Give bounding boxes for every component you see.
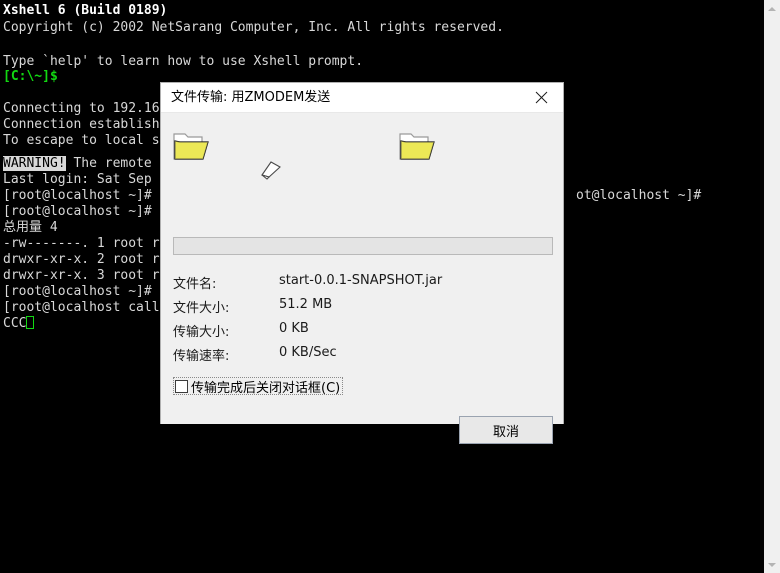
terminal-line: Copyright (c) 2002 NetSarang Computer, I…: [3, 20, 504, 35]
terminal-line: 总用量 4: [3, 220, 58, 235]
field-row-speed: 传输速率: 0 KB/Sec: [173, 345, 553, 369]
terminal-right-fragment: ot@localhost ~]#: [576, 188, 702, 203]
terminal-line: Last login: Sat Sep 3: [3, 172, 175, 187]
terminal-text: drwxr-xr-x. 3 root roo: [3, 268, 176, 283]
transfer-animation-area: [161, 113, 563, 181]
folder-icon: [399, 133, 435, 160]
close-on-complete-checkbox-row[interactable]: 传输完成后关闭对话框(C): [173, 377, 344, 396]
terminal-text: To escape to local she: [3, 133, 176, 148]
terminal-text: [root@localhost ~]# ll: [3, 204, 176, 219]
scrollbar-up-arrow[interactable]: [764, 0, 780, 17]
terminal-text: Copyright (c) 2002 NetSarang Computer, I…: [3, 20, 504, 35]
dialog-body: 文件名: start-0.0.1-SNAPSHOT.jar 文件大小: 51.2…: [161, 113, 563, 444]
dialog-titlebar[interactable]: 文件传输: 用ZMODEM发送: [161, 83, 563, 113]
field-label: 文件大小:: [173, 301, 230, 316]
field-row-filesize: 文件大小: 51.2 MB: [173, 297, 553, 321]
terminal-line: [root@localhost ~]# rz: [3, 188, 175, 203]
terminal-line: [root@localhost call]#: [3, 300, 175, 315]
terminal-text: Xshell 6 (Build 0189): [3, 3, 168, 18]
field-label: 传输速率:: [173, 349, 230, 364]
terminal-text: [C:\~]$: [3, 69, 58, 84]
chevron-up-icon: [768, 6, 776, 11]
screen-root: Xshell 6 (Build 0189) Copyright (c) 2002 …: [0, 0, 780, 573]
field-value: start-0.0.1-SNAPSHOT.jar: [279, 273, 443, 288]
terminal-text: The remote SS: [65, 156, 176, 171]
scrollbar-down-arrow[interactable]: [764, 556, 780, 573]
terminal-line: [root@localhost ~]# ll: [3, 204, 175, 219]
terminal-line: Connecting to 192.168.: [3, 101, 175, 116]
terminal-text: CCC: [3, 316, 27, 331]
terminal-line: [root@localhost ~]# cd: [3, 284, 175, 299]
close-button[interactable]: [519, 83, 563, 112]
cancel-button[interactable]: 取消: [459, 416, 553, 444]
terminal-highlight: WARNING!: [3, 156, 66, 171]
terminal-cursor: [26, 316, 35, 329]
terminal-line: -rw-------. 1 root roo: [3, 236, 175, 251]
field-row-transferred: 传输大小: 0 KB: [173, 321, 553, 345]
terminal-text: Type `help' to learn how to use Xshell p…: [3, 54, 364, 69]
terminal-line: Xshell 6 (Build 0189): [3, 3, 167, 18]
transfer-progress-bar: [173, 237, 553, 255]
field-row-filename: 文件名: start-0.0.1-SNAPSHOT.jar: [173, 273, 553, 297]
terminal-scrollbar[interactable]: [764, 0, 780, 573]
close-icon: [535, 91, 547, 104]
terminal-line: Type `help' to learn how to use Xshell p…: [3, 54, 363, 69]
dialog-title: 文件传输: 用ZMODEM发送: [171, 90, 331, 105]
terminal-text: Last login: Sat Sep 3: [3, 172, 176, 187]
terminal-line: drwxr-xr-x. 3 root roo: [3, 268, 175, 283]
field-value: 0 KB/Sec: [279, 345, 337, 360]
close-on-complete-checkbox[interactable]: [175, 379, 188, 393]
terminal-text: [root@localhost ~]# rz: [3, 188, 176, 203]
terminal-text: -rw-------. 1 root roo: [3, 236, 176, 251]
chevron-down-icon: [768, 562, 776, 567]
terminal-text: 总用量 4: [3, 220, 58, 235]
terminal-line: WARNING! The remote SS: [3, 156, 175, 171]
terminal-text: Connection established: [3, 117, 176, 132]
terminal-text: Connecting to 192.168.: [3, 101, 176, 116]
field-label: 传输大小:: [173, 325, 230, 340]
field-label: 文件名:: [173, 277, 217, 292]
field-value: 0 KB: [279, 321, 309, 336]
file-transfer-dialog: 文件传输: 用ZMODEM发送 文件名: start-0.0.1-SNAPSHO…: [160, 82, 564, 444]
terminal-line: [C:\~]$: [3, 69, 58, 84]
close-on-complete-label: 传输完成后关闭对话框(C): [191, 380, 341, 396]
terminal-line: To escape to local she: [3, 133, 175, 148]
field-value: 51.2 MB: [279, 297, 333, 312]
terminal-line: CCC: [3, 316, 35, 331]
flying-document-icon: [261, 161, 281, 180]
terminal-text: drwxr-xr-x. 2 root roo: [3, 252, 176, 267]
terminal-line: drwxr-xr-x. 2 root roo: [3, 252, 175, 267]
transfer-details: 文件名: start-0.0.1-SNAPSHOT.jar 文件大小: 51.2…: [173, 273, 553, 369]
terminal-text: [root@localhost ~]# cd: [3, 284, 176, 299]
folder-icon: [173, 133, 209, 160]
terminal-text: [root@localhost call]#: [3, 300, 176, 315]
terminal-line: Connection established: [3, 117, 175, 132]
